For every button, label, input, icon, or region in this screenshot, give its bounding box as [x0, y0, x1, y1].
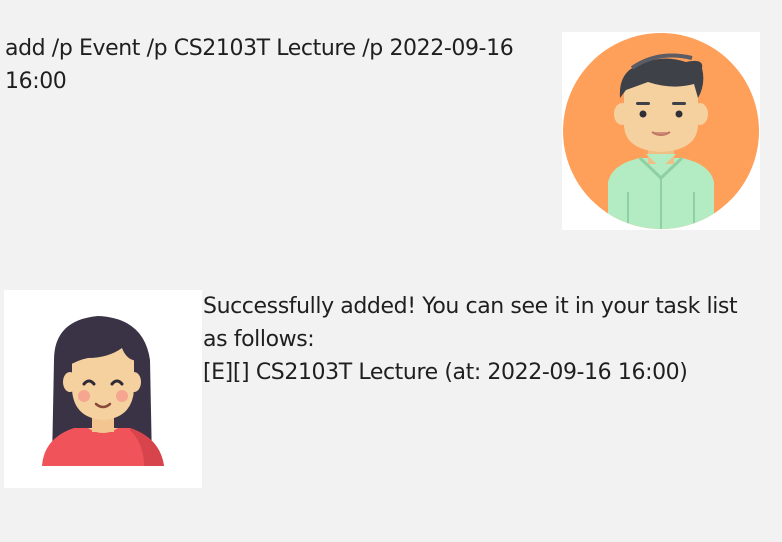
- man-avatar-icon: [562, 32, 760, 230]
- bot-dialog-box: Successfully added! You can see it in yo…: [0, 270, 782, 510]
- user-dialog-box: add /p Event /p CS2103T Lecture /p 2022-…: [0, 0, 782, 250]
- user-avatar: [562, 32, 760, 230]
- bot-message-line: Successfully added! You can see it in yo…: [203, 294, 738, 319]
- bot-avatar: [4, 290, 202, 488]
- bot-message-line: [E][] CS2103T Lecture (at: 2022-09-16 16…: [203, 360, 688, 385]
- bot-message-text: Successfully added! You can see it in yo…: [203, 290, 773, 389]
- woman-avatar-icon: [4, 290, 202, 488]
- user-message-text: add /p Event /p CS2103T Lecture /p 2022-…: [5, 36, 514, 94]
- bot-message-line: as follows:: [203, 327, 315, 352]
